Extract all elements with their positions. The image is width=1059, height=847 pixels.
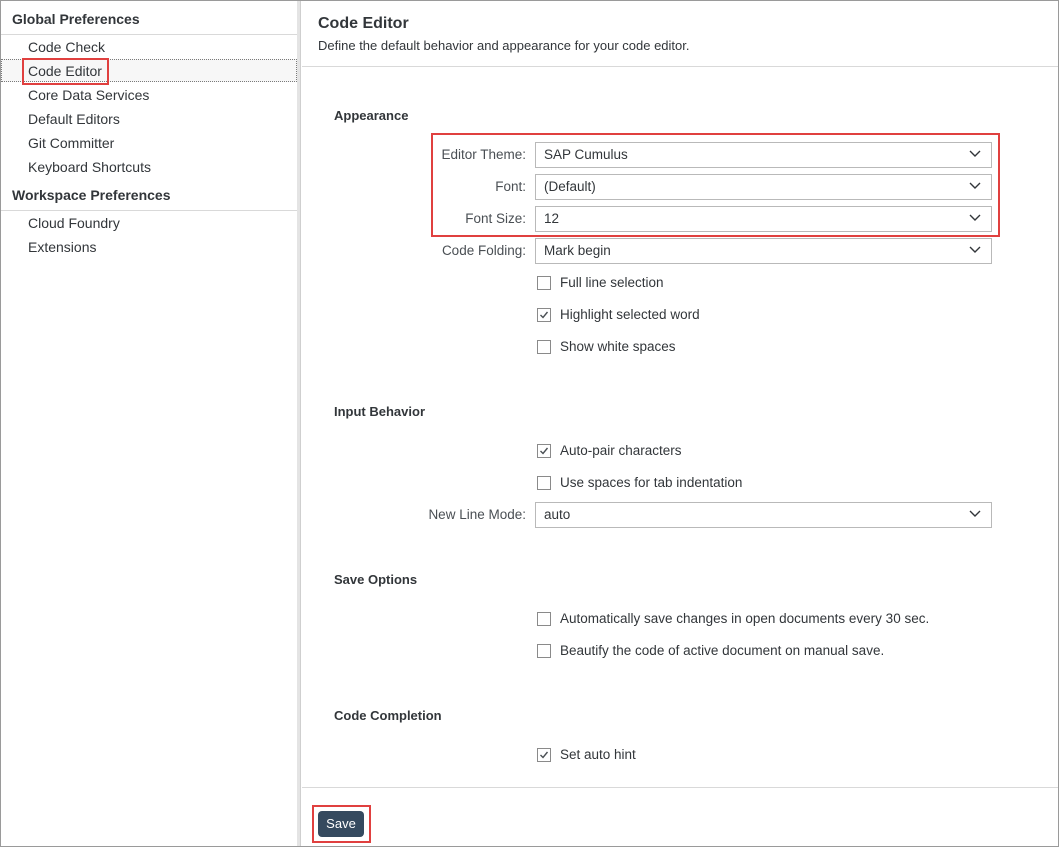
code-folding-select[interactable]: Mark begin <box>535 238 992 264</box>
checkbox-label: Use spaces for tab indentation <box>560 475 743 490</box>
sidebar-item-default-editors[interactable]: Default Editors <box>28 111 120 127</box>
code-completion-heading: Code Completion <box>334 708 442 723</box>
global-preferences-heading: Global Preferences <box>12 11 140 27</box>
preferences-sidebar: Global Preferences Code Check Code Edito… <box>1 1 297 846</box>
sidebar-item-keyboard-shortcuts[interactable]: Keyboard Shortcuts <box>28 159 151 175</box>
checkmark-icon <box>540 751 549 759</box>
checkbox-label: Full line selection <box>560 275 664 290</box>
save-options-heading: Save Options <box>334 572 418 587</box>
checkbox-box[interactable] <box>537 612 551 626</box>
checkbox-box[interactable] <box>537 644 551 658</box>
checkbox-label: Beautify the code of active document on … <box>560 643 885 658</box>
sidebar-item-code-check[interactable]: Code Check <box>28 39 105 55</box>
appearance-heading: Appearance <box>334 108 409 123</box>
workspace-preferences-heading: Workspace Preferences <box>12 187 171 203</box>
checkbox-box[interactable] <box>537 476 551 490</box>
checkmark-icon <box>540 447 549 455</box>
highlight-box <box>312 805 371 843</box>
divider <box>302 787 1058 788</box>
checkbox-box[interactable] <box>537 308 551 322</box>
sidebar-item-git-committer[interactable]: Git Committer <box>28 135 114 151</box>
page-title: Code Editor <box>318 15 409 32</box>
divider <box>1 210 297 211</box>
sidebar-item-cloud-foundry[interactable]: Cloud Foundry <box>28 215 120 231</box>
splitter-handle[interactable] <box>297 1 301 846</box>
code-editor-settings-panel: Code Editor Define the default behavior … <box>302 1 1058 846</box>
checkbox-label: Show white spaces <box>560 339 676 354</box>
sidebar-item-core-data-services[interactable]: Core Data Services <box>28 87 149 103</box>
new-line-mode-select[interactable]: auto <box>535 502 992 528</box>
checkbox-box[interactable] <box>537 276 551 290</box>
new-line-mode-label: New Line Mode: <box>428 507 526 522</box>
code-folding-value: Mark begin <box>544 243 611 258</box>
sidebar-item-extensions[interactable]: Extensions <box>28 239 96 255</box>
checkbox-box[interactable] <box>537 340 551 354</box>
divider <box>302 66 1058 67</box>
page-subtitle: Define the default behavior and appearan… <box>318 38 690 53</box>
checkbox-label: Auto-pair characters <box>560 443 682 458</box>
checkbox-label: Highlight selected word <box>560 307 700 322</box>
checkbox-label: Set auto hint <box>560 747 636 762</box>
checkbox-box[interactable] <box>537 444 551 458</box>
code-folding-label: Code Folding: <box>441 243 526 258</box>
chevron-down-icon <box>969 510 981 517</box>
checkbox-box[interactable] <box>537 748 551 762</box>
highlight-box <box>22 58 109 85</box>
checkmark-icon <box>540 311 549 319</box>
highlight-box <box>431 133 1000 237</box>
chevron-down-icon <box>969 246 981 253</box>
divider <box>1 34 297 35</box>
new-line-mode-value: auto <box>544 507 571 522</box>
checkbox-label: Automatically save changes in open docum… <box>560 611 930 626</box>
input-behavior-heading: Input Behavior <box>334 404 426 419</box>
